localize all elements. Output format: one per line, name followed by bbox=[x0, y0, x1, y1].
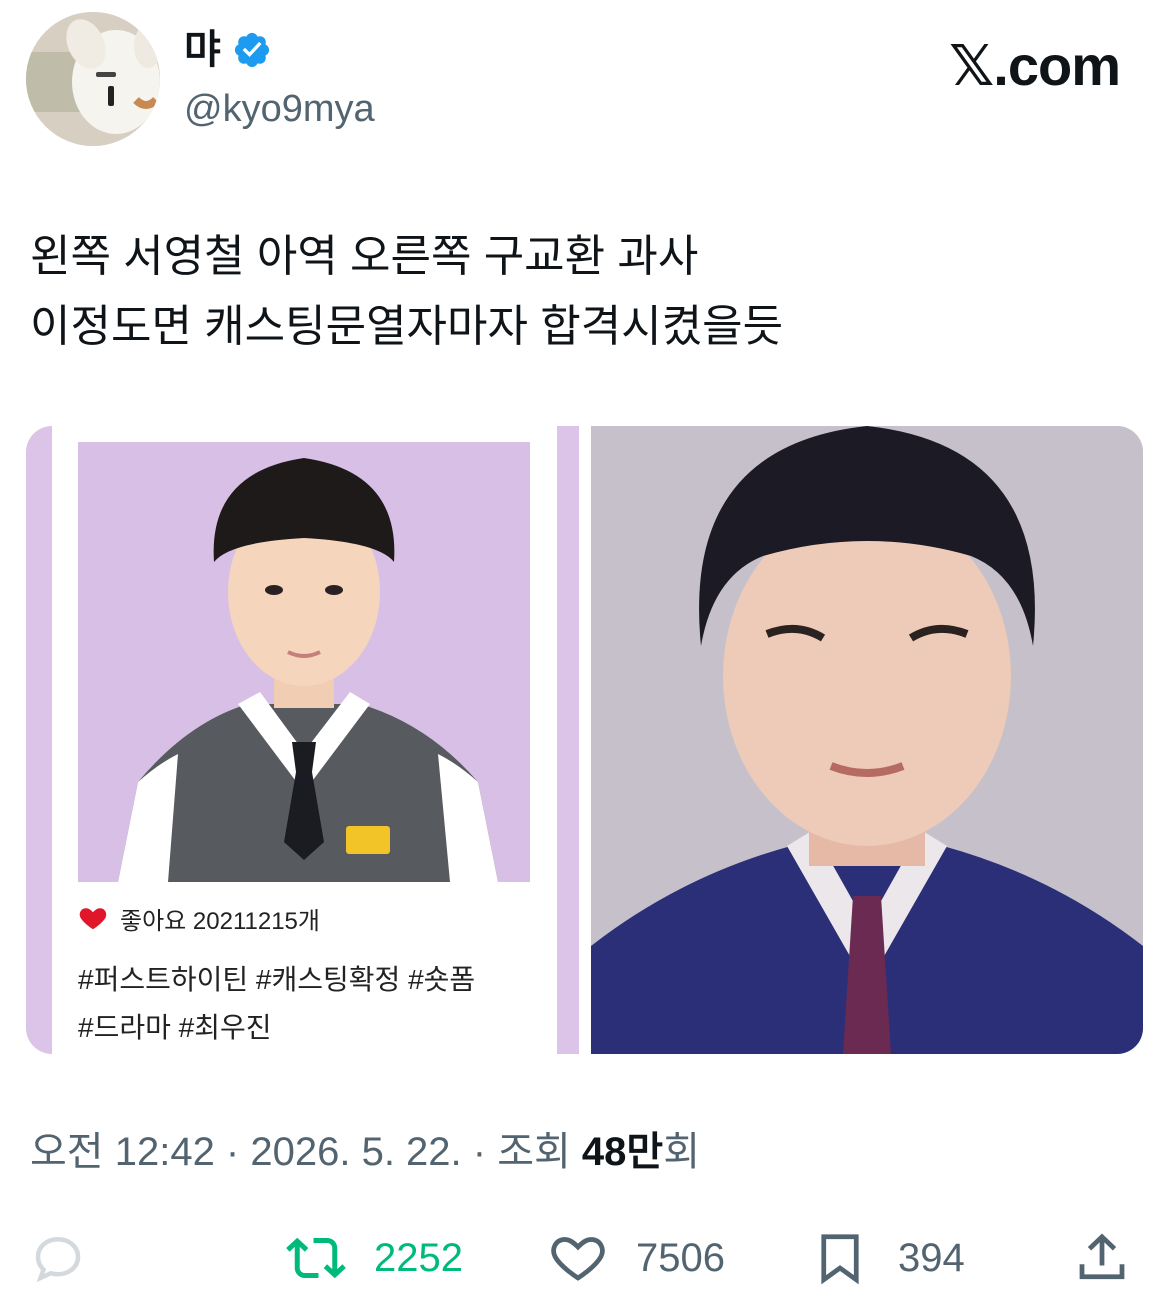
avatar[interactable] bbox=[26, 12, 160, 146]
views-count: 48만 bbox=[581, 1130, 664, 1174]
student-portrait-image bbox=[78, 442, 530, 882]
like-button[interactable]: 7506 bbox=[548, 1218, 725, 1298]
share-upload-icon bbox=[1079, 1233, 1125, 1280]
tweet-header: 먀 @kyo9mya 𝕏.com bbox=[0, 0, 1170, 160]
heart-icon bbox=[79, 908, 107, 930]
x-logo-wordmark: 𝕏.com bbox=[949, 34, 1121, 97]
bookmark-count: 394 bbox=[898, 1235, 965, 1280]
reply-button[interactable] bbox=[28, 1218, 88, 1298]
separator: · bbox=[461, 1130, 498, 1174]
retweet-button[interactable]: 2252 bbox=[286, 1218, 463, 1298]
avatar-plush-image bbox=[26, 12, 160, 146]
share-button[interactable] bbox=[1072, 1218, 1132, 1298]
card-right-border bbox=[557, 426, 579, 1054]
card-left-border bbox=[26, 426, 52, 1054]
yearbook-portrait-image bbox=[591, 426, 1143, 1054]
media-left-card[interactable]: 좋아요 20211215개 #퍼스트하이틴 #캐스팅확정 #숏폼 #드라마 #최… bbox=[26, 426, 579, 1054]
like-count: 7506 bbox=[636, 1235, 725, 1280]
separator: · bbox=[214, 1130, 251, 1174]
tweet-metadata: 오전 12:42 · 2026. 5. 22. · 조회 48만회 bbox=[30, 1128, 700, 1176]
hashtags: #퍼스트하이틴 #캐스팅확정 #숏폼 #드라마 #최우진 bbox=[78, 964, 476, 1043]
verified-badge-icon bbox=[234, 32, 270, 68]
retweet-count: 2252 bbox=[374, 1235, 463, 1280]
user-handle[interactable]: @kyo9mya bbox=[184, 86, 375, 132]
tweet-actions: 2252 7506 394 bbox=[0, 1218, 1170, 1298]
likes-count-label: 좋아요 20211215개 bbox=[120, 907, 320, 935]
views-suffix: 회 bbox=[663, 1130, 701, 1174]
tweet-time[interactable]: 오전 12:42 bbox=[30, 1130, 215, 1174]
tweet-media[interactable]: 좋아요 20211215개 #퍼스트하이틴 #캐스팅확정 #숏폼 #드라마 #최… bbox=[26, 426, 1143, 1054]
bookmark-button[interactable]: 394 bbox=[810, 1218, 965, 1298]
tweet-text: 왼쪽 서영철 아역 오른쪽 구교환 과사 이정도면 캐스팅문열자마자 합격시켰을… bbox=[30, 232, 784, 351]
bookmark-icon bbox=[821, 1234, 859, 1285]
display-name[interactable]: 먀 bbox=[184, 26, 221, 74]
tweet-date[interactable]: 2026. 5. 22. bbox=[250, 1130, 461, 1174]
heart-outline-icon bbox=[551, 1237, 605, 1281]
left-portrait-photo bbox=[78, 442, 530, 882]
reply-bubble-icon bbox=[35, 1236, 81, 1283]
views-label: 조회 bbox=[497, 1130, 582, 1174]
retweet-icon bbox=[286, 1237, 346, 1279]
likes-row: 좋아요 20211215개 bbox=[78, 898, 320, 938]
media-right-photo[interactable] bbox=[591, 426, 1143, 1054]
